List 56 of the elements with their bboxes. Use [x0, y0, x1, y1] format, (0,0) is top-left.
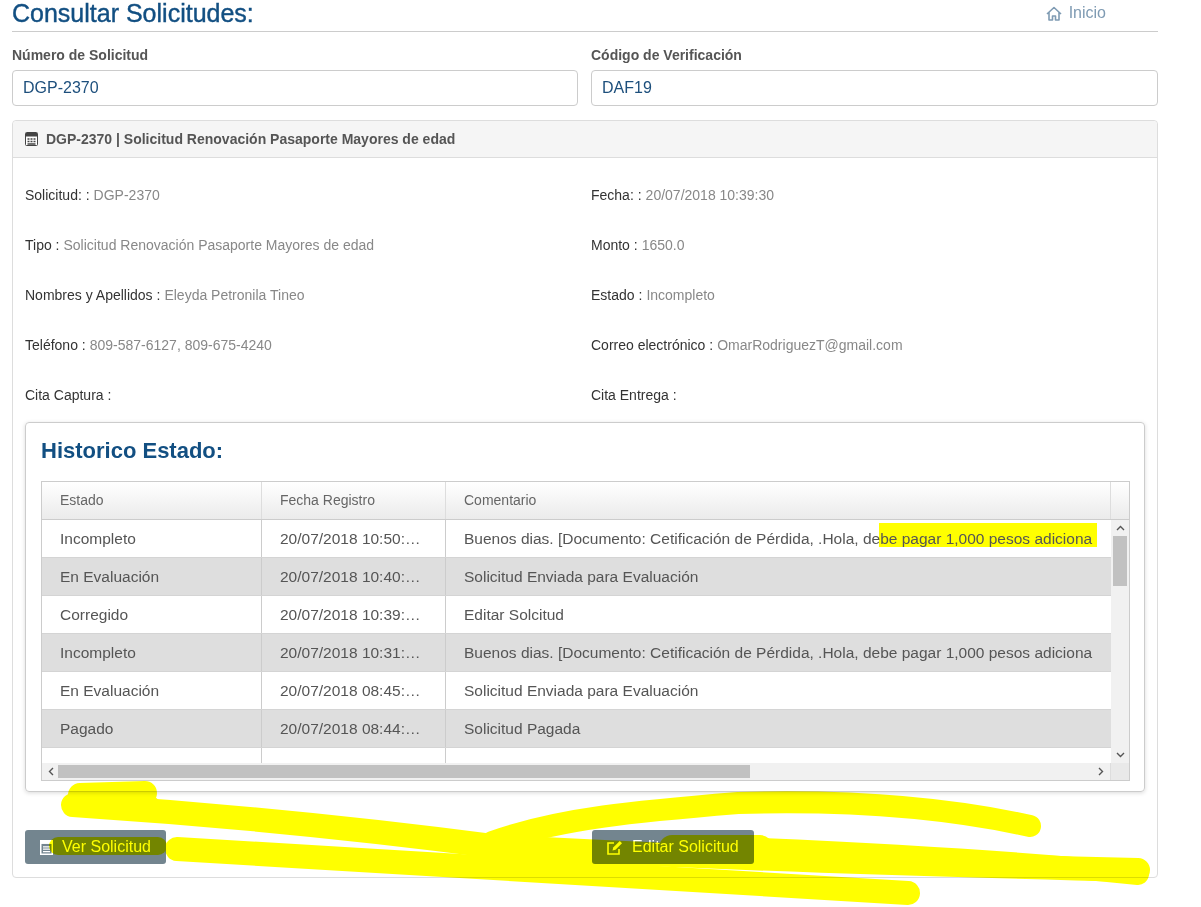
detail-label: Cita Captura : [25, 386, 112, 405]
scrollbar-thumb[interactable] [58, 765, 750, 778]
scrollbar-corner [1110, 763, 1129, 780]
table-cell: 20/07/2018 10:39:… [262, 596, 446, 633]
table-cell: En Evaluación [42, 672, 262, 709]
table-cell: En Evaluación [42, 558, 262, 595]
input-field[interactable]: DAF19 [591, 70, 1158, 106]
detail-value: DGP-2370 [93, 186, 160, 205]
table-cell-text: Solicitud Pagada [463, 719, 582, 739]
detail-value: Incompleto [646, 286, 715, 305]
table-cell-text: Solicitud Enviada para Evaluación [463, 567, 700, 587]
detail-label: Correo electrónico : [591, 336, 714, 355]
detail-label: Fecha: : [591, 186, 642, 205]
chevron-up-icon[interactable] [1115, 525, 1125, 531]
table-cell: Incompleto [42, 520, 262, 557]
chevron-right-icon[interactable] [1098, 767, 1104, 776]
home-icon[interactable] [1045, 5, 1062, 21]
detail-value: 1650.0 [641, 236, 685, 255]
table-cell-text: Solicitud Enviada para Evaluación [463, 681, 700, 701]
column-header: Comentario [446, 482, 1111, 519]
panel-title: DGP-2370 | Solicitud Renovación Pasaporte Mayores de edad [46, 131, 456, 147]
field-label: Número de Solicitud [12, 46, 150, 65]
detail-value: 809-587-6127, 809-675-4240 [89, 336, 272, 355]
input-field[interactable]: DGP-2370 [12, 70, 578, 106]
section-title: Historico Estado: [41, 437, 225, 465]
column-header: Estado [42, 482, 262, 519]
chevron-down-icon[interactable] [1115, 752, 1125, 758]
detail-value: Eleyda Petronila Tineo [164, 286, 305, 305]
form-icon [25, 132, 38, 146]
detail-label: Cita Entrega : [591, 386, 677, 405]
vertical-scrollbar[interactable] [1111, 520, 1129, 763]
detail-value: OmarRodriguezT@gmail.com [717, 336, 903, 355]
table-cell: Incompleto [42, 634, 262, 671]
detail-label: Tipo : [25, 236, 60, 255]
table-cell: Pagado [42, 710, 262, 747]
detail-value: 20/07/2018 10:39:30 [645, 186, 775, 205]
detail-label: Nombres y Apellidos : [25, 286, 161, 305]
detail-label: Teléfono : [25, 336, 86, 355]
table-cell: 20/07/2018 10:31:… [262, 634, 446, 671]
field-label: Código de Verificación [591, 46, 743, 65]
detail-label: Solicitud: : [25, 186, 90, 205]
column-header: Fecha Registro [262, 482, 446, 519]
detail-label: Estado : [591, 286, 643, 305]
page-title: Consultar Solicitudes: [12, 0, 254, 26]
table-cell: 20/07/2018 08:45:… [262, 672, 446, 709]
detail-label: Monto : [591, 236, 638, 255]
table-cell: Corregido [42, 596, 262, 633]
table-cell: 20/07/2018 08:44:… [262, 710, 446, 747]
table-cell: 20/07/2018 10:40:… [262, 558, 446, 595]
horizontal-scrollbar[interactable] [42, 763, 1110, 780]
table-cell-text: Buenos dias. [Documento: Cetificación de Pérdida, .Hola, debe pagar 1,000 pesos adiciona [463, 643, 1094, 663]
detail-value: Solicitud Renovación Pasaporte Mayores de edad [63, 236, 375, 255]
scrollbar-thumb[interactable] [1113, 536, 1127, 586]
document-icon[interactable] [40, 839, 53, 855]
table-cell-text: Editar Solcitud [463, 605, 565, 625]
chevron-left-icon[interactable] [48, 767, 54, 776]
